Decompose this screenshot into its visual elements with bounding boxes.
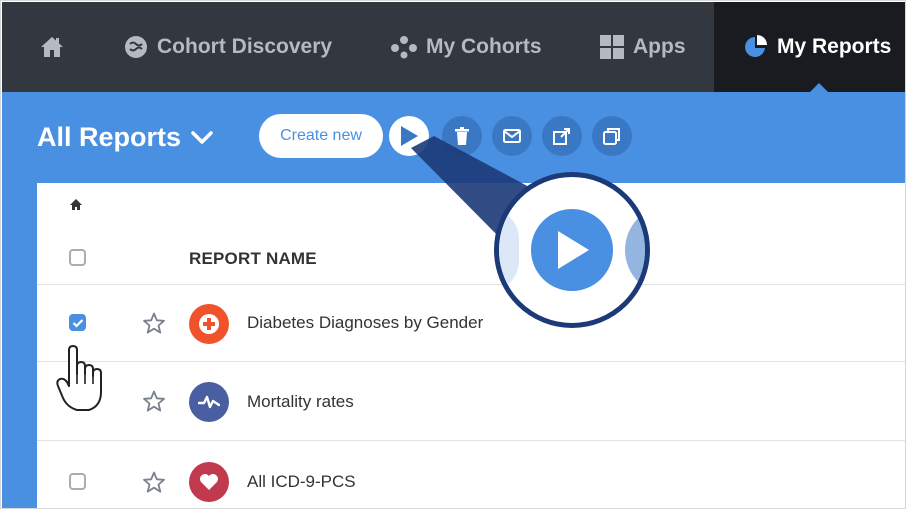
magnified-run-button — [531, 209, 613, 291]
magnifier-callout — [494, 172, 650, 328]
magnifier-pointer — [411, 136, 546, 244]
hand-cursor-icon — [55, 344, 109, 419]
play-icon — [558, 231, 589, 269]
app-frame: Cohort Discovery My Cohorts Apps My Repo… — [0, 0, 906, 509]
